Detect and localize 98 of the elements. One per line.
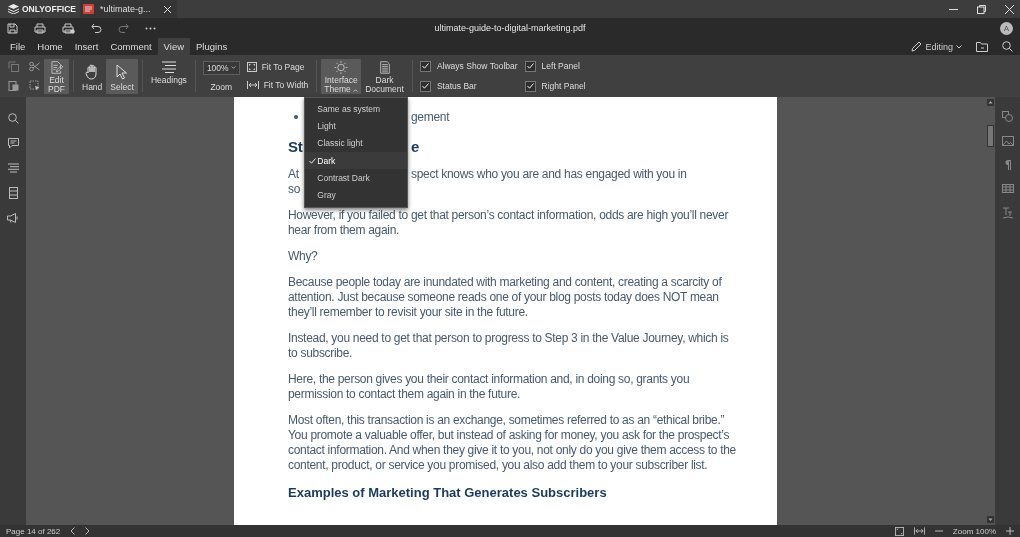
menu-tab[interactable]: Comment <box>104 38 158 55</box>
text-fragment: gement <box>411 109 451 125</box>
checkbox[interactable] <box>419 80 431 92</box>
menu-tab[interactable]: File <box>4 38 32 55</box>
scroll-down-icon[interactable] <box>986 516 994 523</box>
headings-icon[interactable] <box>7 163 19 173</box>
scissors-icon[interactable] <box>29 61 40 72</box>
menu-tab[interactable]: Home <box>31 38 69 55</box>
image-icon[interactable] <box>1001 136 1014 146</box>
fit-page-icon[interactable] <box>894 526 904 536</box>
folder-icon[interactable] <box>976 41 988 52</box>
text-fragment: spect knows who you are and has engaged with you in <box>411 167 688 182</box>
more-icon[interactable] <box>145 26 156 30</box>
text-fragment: so <box>288 182 301 197</box>
headings-icon <box>160 60 177 73</box>
hand-icon <box>85 63 100 80</box>
text-art-icon[interactable] <box>1002 207 1013 219</box>
caret-icon <box>956 44 962 49</box>
edit-document-icon <box>48 60 65 74</box>
paragraph: Most often, this transaction is an exchange, sometimes referred to as an “ethical bribe.” You promote a valuable offer, but instead of asking for money, you ask for the prospect’s contact information. And when they give it to you, not only do you give them access to the content, product, or service you promised, you also add them to your subscriber list. <box>288 413 736 473</box>
headings-button[interactable]: Headings <box>146 58 191 94</box>
paragraph: However, if you failed to get that person’s contact information, odds are high you’ll never hear from them again. <box>288 208 730 238</box>
hand-button[interactable]: Hand <box>78 58 107 94</box>
document-tab[interactable]: *ultimate-g... <box>80 0 177 18</box>
shapes-icon[interactable] <box>1002 111 1013 122</box>
checkbox[interactable] <box>419 60 431 72</box>
caret-icon <box>230 66 236 69</box>
menu-tab[interactable]: Plugins <box>190 38 234 55</box>
page-indicator: Page 14 of 262 <box>6 526 61 536</box>
pdf-file-icon <box>83 4 94 14</box>
scroll-up-icon[interactable] <box>986 99 994 106</box>
checkbox-option[interactable]: Right Panel <box>524 80 586 92</box>
paragraph: Here, the person gives you their contact information and, in doing so, grants you permission to contact them again in the future. <box>288 372 691 402</box>
pencil-icon <box>911 41 923 52</box>
paragraph: Instead, you need to get that person to progress to Step 3 in the Value Journey, which is to subscribe. <box>288 331 730 361</box>
tab-label: *ultimate-g... <box>100 4 152 14</box>
menu-item[interactable]: Same as system <box>305 100 408 118</box>
zoom-label: Zoom <box>210 81 233 92</box>
paste-icon[interactable] <box>8 80 19 91</box>
select-all-icon[interactable] <box>29 80 40 91</box>
menu-tab[interactable]: Insert <box>68 38 105 55</box>
checkbox[interactable] <box>524 60 536 72</box>
check-icon <box>309 158 317 165</box>
zoom-in-icon[interactable] <box>1006 527 1014 535</box>
text-fragment: St <box>288 137 303 157</box>
scrollbar-thumb[interactable] <box>986 125 994 147</box>
paragraph: Why? <box>288 249 319 264</box>
previous-page-icon[interactable] <box>70 527 76 535</box>
menu-item[interactable]: Classic light <box>305 134 408 153</box>
search-icon[interactable] <box>1002 41 1013 52</box>
menu-tab[interactable]: View <box>157 38 191 55</box>
fit-to-page-button[interactable]: Fit To Page <box>246 62 309 72</box>
comment-icon[interactable] <box>7 138 19 149</box>
print-icon[interactable] <box>34 22 46 34</box>
fit-page-icon <box>246 62 257 72</box>
text-fragment: e <box>411 137 421 157</box>
logo-icon <box>8 4 19 14</box>
caret-icon <box>353 88 359 92</box>
avatar[interactable]: A <box>1000 21 1013 35</box>
edit-pdf-button[interactable]: Edit PDF <box>44 58 69 94</box>
app-logo: ONLYOFFICE <box>22 4 76 14</box>
quick-print-icon[interactable] <box>62 22 75 34</box>
fit-width-icon[interactable] <box>913 527 925 535</box>
checkbox-option[interactable]: Status Bar <box>419 80 518 92</box>
paragraph-icon[interactable] <box>1004 160 1011 170</box>
checkbox-option[interactable]: Always Show Toolbar <box>419 60 518 72</box>
redo-icon[interactable] <box>118 23 129 33</box>
menu-item[interactable]: Gray <box>305 186 408 204</box>
bullet-icon <box>294 115 298 119</box>
select-button[interactable]: Select <box>106 58 138 94</box>
editing-button[interactable]: Editing <box>911 41 962 52</box>
restore-icon[interactable] <box>977 4 986 14</box>
dark-document-button[interactable]: Dark Document <box>361 58 408 94</box>
search-icon[interactable] <box>7 113 19 124</box>
window-title: ultimate-guide-to-digital-marketing.pdf <box>434 23 586 33</box>
table-icon[interactable] <box>1001 184 1014 193</box>
zoom-dropdown[interactable]: 100% <box>202 60 240 75</box>
menu-item[interactable]: Dark <box>305 152 408 170</box>
megaphone-icon[interactable] <box>7 213 19 223</box>
checkbox-option[interactable]: Left Panel <box>524 60 586 72</box>
section-heading: Examples of Marketing That Generates Subscribers <box>288 484 608 502</box>
undo-icon[interactable] <box>91 23 102 33</box>
next-page-icon[interactable] <box>85 527 91 535</box>
close-icon[interactable] <box>1005 4 1014 14</box>
page-thumbnails-icon[interactable] <box>8 187 18 199</box>
menu-item[interactable]: Light <box>305 117 408 135</box>
save-icon[interactable] <box>7 22 18 34</box>
interface-theme-button[interactable]: Interface Theme <box>321 58 362 94</box>
fit-width-icon <box>246 81 259 89</box>
close-icon[interactable] <box>164 5 171 13</box>
pointer-icon <box>116 63 129 80</box>
document-icon <box>377 60 392 74</box>
paragraph: Because people today are inundated with marketing and content, creating a scarcity of attention. Just because someone reads one of your blog posts today does NOT mean they’ll remember to revisit your site in the future. <box>288 275 723 320</box>
menu-item[interactable]: Contrast Dark <box>305 169 408 187</box>
text-fragment: At <box>288 167 299 182</box>
fit-to-width-button[interactable]: Fit To Width <box>246 80 309 90</box>
zoom-level: Zoom 100% <box>952 526 996 536</box>
checkbox[interactable] <box>524 80 536 92</box>
